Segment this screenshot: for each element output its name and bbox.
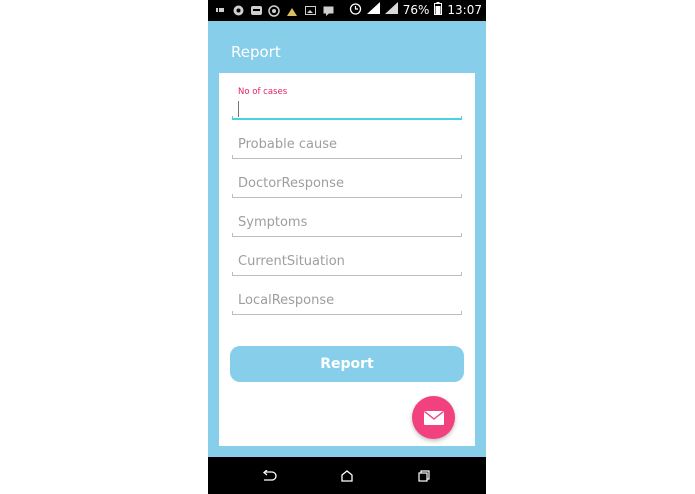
back-button[interactable] (259, 466, 279, 486)
cases-field-underline (232, 116, 462, 120)
image-icon (304, 5, 316, 17)
symptoms-field[interactable] (232, 211, 462, 237)
symptoms-underline (232, 233, 462, 237)
symptoms-input[interactable] (232, 211, 460, 233)
local-response-underline (232, 311, 462, 315)
alarm-icon (349, 2, 362, 20)
doctor-response-input[interactable] (232, 172, 460, 194)
local-response-input[interactable] (232, 289, 460, 311)
clock: 13:07 (447, 3, 482, 17)
mail-icon (423, 410, 444, 425)
status-bar: 76% 13:07 (208, 0, 486, 21)
hike-icon (250, 5, 262, 17)
notification-icons (214, 3, 334, 18)
probable-cause-field[interactable] (232, 133, 462, 159)
system-status: 76% 13:07 (349, 1, 482, 20)
cases-field[interactable]: No of cases (232, 76, 462, 120)
usb-icon (214, 5, 226, 17)
report-button[interactable]: Report (230, 346, 464, 382)
doctor-response-underline (232, 194, 462, 198)
battery-icon (434, 1, 443, 20)
tools-icon (286, 5, 298, 17)
local-response-field[interactable] (232, 289, 462, 315)
signal-icon (366, 2, 380, 19)
page-title: Report (231, 43, 281, 61)
home-icon (341, 470, 353, 482)
battery-percentage: 76% (402, 3, 430, 17)
notification-icon (232, 5, 244, 17)
cases-field-label: No of cases (238, 87, 288, 97)
doctor-response-field[interactable] (232, 172, 462, 198)
signal-icon (384, 2, 398, 19)
back-icon (262, 470, 277, 481)
send-fab[interactable] (412, 396, 455, 439)
probable-cause-input[interactable] (232, 133, 460, 155)
app-bar: Report (208, 21, 486, 73)
report-form: No of cases Report (219, 73, 475, 446)
navigation-bar (208, 457, 486, 494)
text-cursor (238, 101, 239, 117)
current-situation-field[interactable] (232, 250, 462, 276)
recents-icon (418, 470, 430, 482)
recents-button[interactable] (414, 466, 434, 486)
phone-screen: 76% 13:07 Report No of cases Probable ca… (208, 0, 486, 494)
message-icon (322, 5, 334, 17)
whatsapp-icon (268, 4, 280, 17)
current-situation-underline (232, 272, 462, 276)
home-button[interactable] (337, 466, 357, 486)
current-situation-input[interactable] (232, 250, 460, 272)
probable-cause-underline (232, 155, 462, 159)
